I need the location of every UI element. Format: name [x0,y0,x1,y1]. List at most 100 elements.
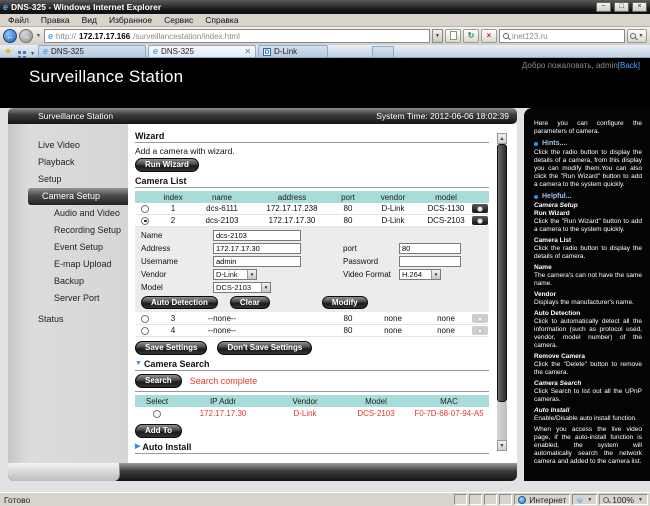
sidebar-item-live-video[interactable]: Live Video [8,137,128,154]
zone-label: Интернет [529,495,566,505]
camera-radio[interactable] [141,205,149,213]
run-wizard-button[interactable]: Run Wizard [135,158,199,172]
search-go-button[interactable]: ▼ [627,29,647,43]
help-section: Camera Setup [534,202,642,210]
sidebar-item-camera-setup[interactable]: Camera Setup [28,188,128,205]
video-format-select[interactable]: H.264▼ [399,269,441,280]
sidebar-item-status[interactable]: Status [8,311,128,328]
sidebar-item-setup[interactable]: Setup [8,171,128,188]
camera-row: 1 dcs-6111 172.17.17.238 80 D-Link DCS-1… [135,203,489,215]
collapse-icon: ▼ [135,359,142,369]
url-field[interactable]: e http://172.17.17.166/surveillancestati… [44,29,430,43]
sidebar-item-backup[interactable]: Backup [8,273,128,290]
tab-close-icon[interactable]: ✕ [244,47,251,56]
minimize-button[interactable]: − [596,2,611,12]
scroll-down-icon[interactable]: ▼ [497,440,507,451]
address-bar: ← → ▼ e http://172.17.17.166/surveillanc… [0,27,650,45]
page-icon[interactable] [445,29,461,43]
menu-tools[interactable]: Сервис [158,15,199,25]
camera-delete-icon[interactable] [472,204,488,213]
camera-radio[interactable] [141,315,149,323]
name-label: Name [141,230,213,241]
auto-install-heading[interactable]: ▶ Auto Install [135,442,489,452]
scrollbar-thumb[interactable] [497,144,507,402]
history-dropdown-icon[interactable]: ▼ [35,33,42,39]
auto-detection-button[interactable]: Auto Detection [141,296,218,309]
hints-heading: Hints.... [534,140,642,148]
restore-button[interactable]: □ [614,2,629,12]
ie-logo-icon: e [3,3,8,12]
url-host: 172.17.17.166 [79,32,130,41]
add-to-button[interactable]: Add To [135,424,182,438]
name-field[interactable] [213,230,301,241]
camera-delete-icon-disabled [472,314,488,323]
new-tab-stub[interactable] [372,46,394,57]
clear-button[interactable]: Clear [230,296,270,309]
username-label: Username [141,256,213,267]
tab-dns-325-2[interactable]: e DNS-325 ✕ [148,45,256,57]
port-field[interactable] [399,243,461,254]
help-section: Camera Search Click Search to list out a… [534,380,642,404]
refresh-icon[interactable]: ↻ [463,29,479,43]
vendor-select[interactable]: D-Link▼ [213,269,257,280]
d-link-favicon-icon: D [263,48,271,56]
internet-zone-icon [518,496,526,504]
tab-dns-325-1[interactable]: e DNS-325 [38,45,146,57]
username-field[interactable] [213,256,301,267]
tab-d-link[interactable]: D D-Link [258,45,328,57]
camera-radio[interactable] [141,327,149,335]
close-button[interactable]: × [632,2,647,12]
search-input[interactable]: inet123.ru [499,29,625,43]
tab-label: DNS-325 [161,47,194,56]
quick-tabs-icon[interactable] [18,51,21,54]
chevron-down-icon: ▼ [637,497,644,503]
content-titlebar: Surveillance Station System Time: 2012-0… [8,108,517,124]
menu-favorites[interactable]: Избранное [103,15,158,25]
shield-icon [576,496,583,504]
sidebar-item-event-setup[interactable]: Event Setup [8,239,128,256]
menu-view[interactable]: Вид [76,15,103,25]
tab-label: DNS-325 [51,47,84,56]
search-result-row: 172.17.17.30 D-Link DCS-2103 F0-7D-68-07… [135,407,489,420]
favorites-star-icon[interactable]: ★ [4,45,12,57]
camera-search-heading[interactable]: ▼ Camera Search [135,359,489,369]
sidebar-item-recording-setup[interactable]: Recording Setup [8,222,128,239]
sidebar-item-audio-and-video[interactable]: Audio and Video [8,205,128,222]
camera-list-header-row: index name address port vendor model [135,191,489,203]
sidebar-item-playback[interactable]: Playback [8,154,128,171]
camera-delete-icon[interactable] [472,216,488,225]
scrollbar-track[interactable] [497,402,507,440]
search-result-radio[interactable] [153,410,161,418]
sidebar-item-server-port[interactable]: Server Port [8,290,128,307]
protected-mode-cell[interactable]: ▼ [572,494,597,505]
stop-icon[interactable]: × [481,29,497,43]
back-link[interactable]: [Back] [618,61,640,70]
col-select: Select [135,397,179,406]
back-button[interactable]: ← [3,29,17,43]
camera-row: 3 --none-- 80 none none [135,313,489,325]
scroll-up-icon[interactable]: ▲ [497,133,507,144]
menu-edit[interactable]: Правка [35,15,76,25]
url-dropdown-icon[interactable]: ▼ [432,29,443,43]
camera-radio[interactable] [141,217,149,225]
address-field[interactable] [213,243,301,254]
modify-button[interactable]: Modify [322,296,368,309]
menu-file[interactable]: Файл [2,15,35,25]
content-scrollbar[interactable]: ▲ ▼ [497,124,507,463]
search-button[interactable]: Search [135,374,182,388]
zoom-control[interactable]: 100% ▼ [599,494,648,505]
content-title: Surveillance Station [38,111,113,121]
save-settings-button[interactable]: Save Settings [135,341,207,355]
dont-save-settings-button[interactable]: Don't Save Settings [217,341,312,355]
col-model: model [421,193,471,202]
tab-label: D-Link [274,47,297,56]
chevron-down-icon: ▼ [431,270,440,279]
model-select[interactable]: DCS-2103▼ [213,282,271,293]
password-field[interactable] [399,256,461,267]
page-favicon-icon: e [48,32,53,41]
col-address: address [253,193,331,202]
sidebar-item-emap-upload[interactable]: E-map Upload [8,256,128,273]
forward-button[interactable]: → [19,29,33,43]
tab-list-dropdown-icon[interactable]: ▼ [29,51,36,57]
menu-help[interactable]: Справка [199,15,244,25]
